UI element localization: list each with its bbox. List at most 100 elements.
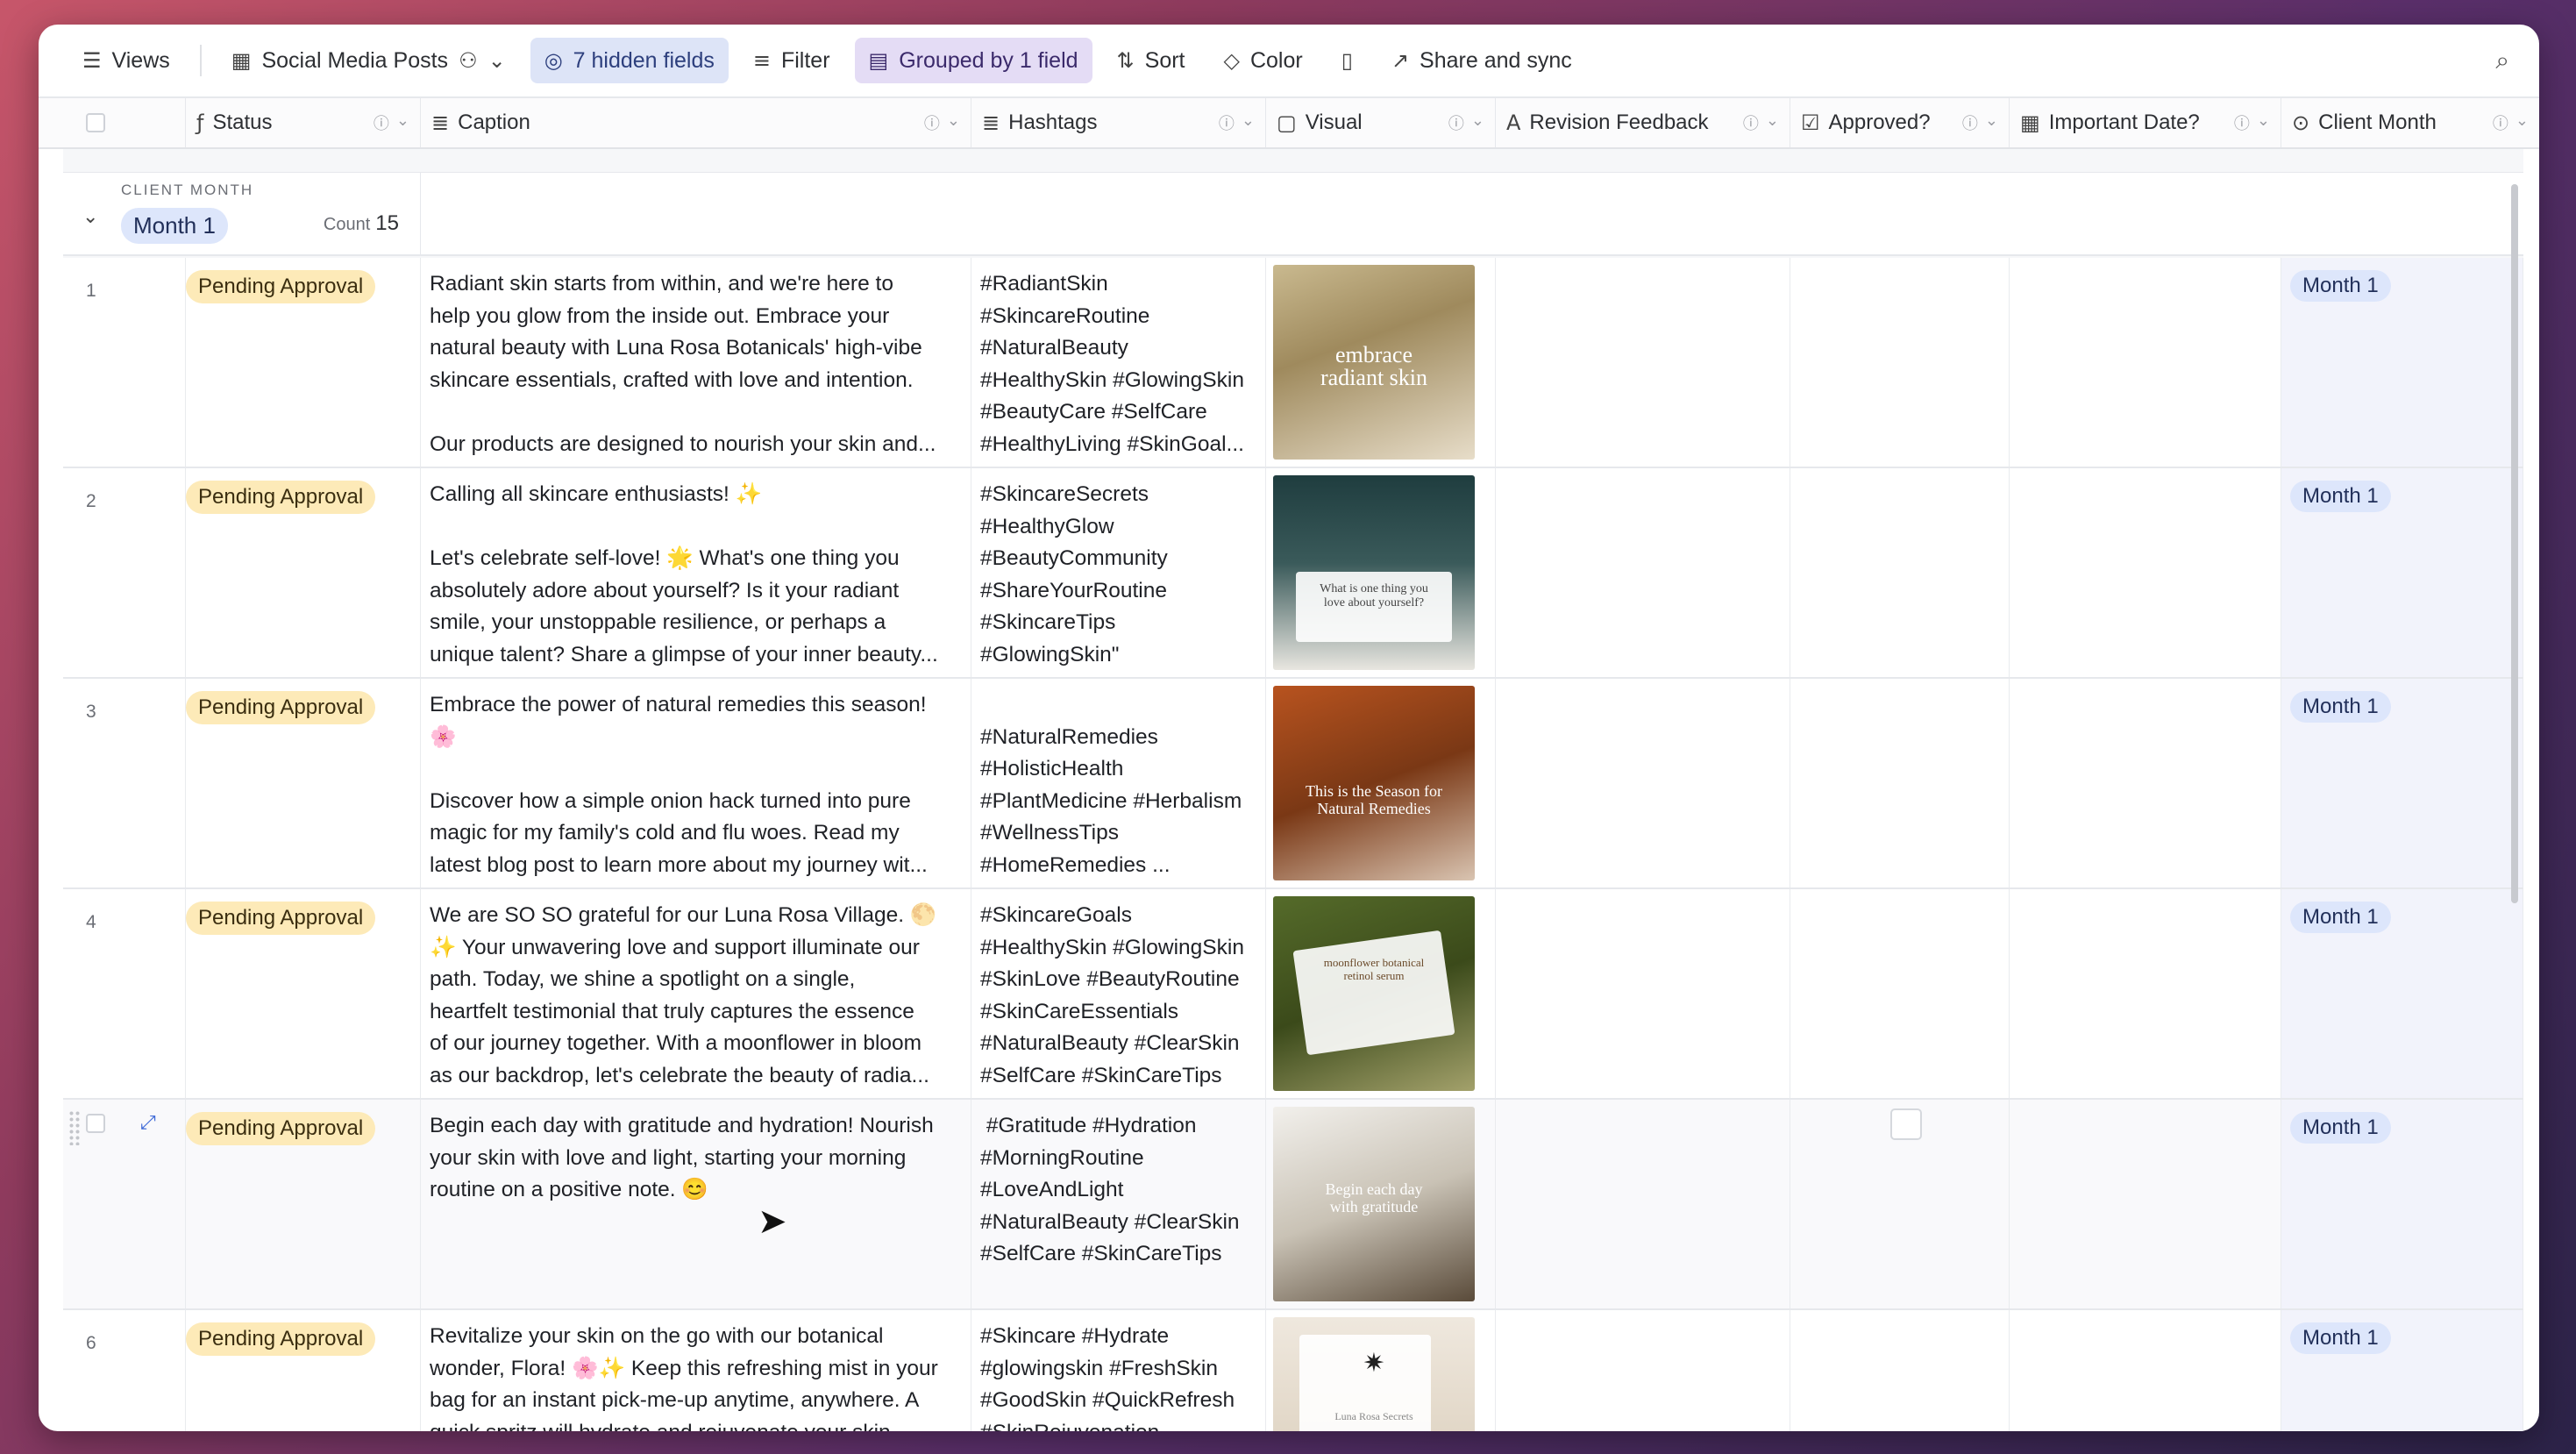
revision-feedback-cell[interactable] (1496, 468, 1790, 677)
visual-thumbnail[interactable]: ✷ Luna Rosa Secrets (1273, 1317, 1475, 1431)
revision-feedback-cell[interactable] (1496, 889, 1790, 1098)
expand-record-icon[interactable]: ⤢ (140, 1112, 156, 1134)
group-button[interactable]: ▤ Grouped by 1 field (854, 38, 1092, 83)
select-all-cell[interactable] (39, 98, 186, 147)
hashtags-cell[interactable]: #Skincare #Hydrate #glowingskin #FreshSk… (971, 1310, 1266, 1431)
chevron-down-icon: ⌄ (1470, 111, 1484, 129)
select-all-checkbox[interactable] (86, 113, 105, 132)
table-row[interactable]: 1 Pending Approval Radiant skin starts f… (63, 258, 2523, 468)
status-cell[interactable]: Pending Approval (186, 889, 421, 1098)
important-date-cell[interactable] (2010, 1100, 2281, 1308)
caption-cell[interactable]: Embrace the power of natural remedies th… (421, 679, 971, 887)
row-number: 3 (63, 679, 186, 887)
status-cell[interactable]: Pending Approval (186, 468, 421, 677)
header-hashtags-controls: ⓘ ⌄ (1219, 111, 1255, 134)
status-cell[interactable]: Pending Approval (186, 258, 421, 467)
caption-cell[interactable]: Revitalize your skin on the go with our … (421, 1310, 971, 1431)
sort-button[interactable]: ⇅ Sort (1103, 38, 1199, 83)
visual-cell[interactable]: What is one thing you love about yoursel… (1266, 468, 1496, 677)
thumbnail-text: This is the Season for Natural Remedies (1306, 782, 1442, 817)
header-hashtags[interactable]: ≣ Hashtags ⓘ ⌄ (971, 98, 1266, 147)
client-month-cell[interactable]: Month 1 (2281, 1100, 2523, 1308)
header-status[interactable]: ƒ Status ⓘ ⌄ (186, 98, 421, 147)
header-caption[interactable]: ≣ Caption ⓘ ⌄ (421, 98, 971, 147)
visual-cell[interactable]: ✷ Luna Rosa Secrets (1266, 1310, 1496, 1431)
approved-cell[interactable] (1790, 1310, 2010, 1431)
sort-icon: ⇅ (1116, 48, 1135, 73)
approved-cell[interactable] (1790, 468, 2010, 677)
table-selector[interactable]: ▦ Social Media Posts ⚇ ⌄ (217, 38, 520, 83)
table-row[interactable]: ⤢ Pending Approval Begin each day with g… (63, 1100, 2523, 1310)
month-badge: Month 1 (2290, 1322, 2391, 1354)
important-date-cell[interactable] (2010, 258, 2281, 467)
important-date-cell[interactable] (2010, 468, 2281, 677)
hashtags-cell[interactable]: #NaturalRemedies #HolisticHealth #PlantM… (971, 679, 1266, 887)
table-row[interactable]: 2 Pending Approval Calling all skincare … (63, 468, 2523, 679)
revision-feedback-cell[interactable] (1496, 1100, 1790, 1308)
drag-handle-icon[interactable] (68, 1110, 81, 1145)
revision-feedback-cell[interactable] (1496, 1310, 1790, 1431)
visual-cell[interactable]: Begin each day with gratitude (1266, 1100, 1496, 1308)
important-date-cell[interactable] (2010, 679, 2281, 887)
important-date-cell[interactable] (2010, 1310, 2281, 1431)
grid-area: ⌄ CLIENT MONTH Month 1 Count 15 1 Pending… (63, 149, 2523, 1431)
important-date-cell[interactable] (2010, 889, 2281, 1098)
client-month-cell[interactable]: Month 1 (2281, 889, 2523, 1098)
hashtags-cell[interactable]: #Gratitude #Hydration #MorningRoutine #L… (971, 1100, 1266, 1308)
header-important-date[interactable]: ▦ Important Date? ⓘ ⌄ (2010, 98, 2281, 147)
table-row[interactable]: 3 Pending Approval Embrace the power of … (63, 679, 2523, 889)
hashtags-cell[interactable]: #SkincareSecrets #HealthyGlow #BeautyCom… (971, 468, 1266, 677)
visual-thumbnail[interactable]: embrace radiant skin (1273, 265, 1475, 460)
approved-checkbox[interactable] (1890, 1108, 1922, 1140)
visual-cell[interactable]: This is the Season for Natural Remedies (1266, 679, 1496, 887)
visual-thumbnail[interactable]: moonflower botanical retinol serum (1273, 896, 1475, 1091)
hashtags-cell[interactable]: #RadiantSkin #SkincareRoutine #NaturalBe… (971, 258, 1266, 467)
approved-cell[interactable] (1790, 1100, 2010, 1308)
visual-thumbnail[interactable]: What is one thing you love about yoursel… (1273, 475, 1475, 670)
revision-feedback-cell[interactable] (1496, 679, 1790, 887)
vertical-scrollbar[interactable] (2511, 184, 2518, 903)
status-cell[interactable]: Pending Approval (186, 1100, 421, 1308)
approved-cell[interactable] (1790, 889, 2010, 1098)
visual-thumbnail[interactable]: Begin each day with gratitude (1273, 1107, 1475, 1301)
row-number: 1 (63, 258, 186, 467)
client-month-cell[interactable]: Month 1 (2281, 258, 2523, 467)
header-revision-feedback[interactable]: A Revision Feedback ⓘ ⌄ (1496, 98, 1790, 147)
caption-cell[interactable]: Calling all skincare enthusiasts! ✨ Let'… (421, 468, 971, 677)
views-button[interactable]: ☰ Views (68, 38, 184, 83)
long-text-icon: ≣ (982, 110, 1000, 135)
header-visual[interactable]: ▢ Visual ⓘ ⌄ (1266, 98, 1496, 147)
status-badge: Pending Approval (186, 270, 376, 303)
approved-cell[interactable] (1790, 679, 2010, 887)
visual-cell[interactable]: moonflower botanical retinol serum (1266, 889, 1496, 1098)
header-approved[interactable]: ☑ Approved? ⓘ ⌄ (1790, 98, 2010, 147)
client-month-cell[interactable]: Month 1 (2281, 679, 2523, 887)
status-badge: Pending Approval (186, 481, 376, 514)
client-month-cell[interactable]: Month 1 (2281, 468, 2523, 677)
color-button[interactable]: ◇ Color (1210, 38, 1317, 83)
row-height-button[interactable]: ▯ (1327, 38, 1367, 83)
search-icon[interactable]: ⌕ (2495, 48, 2509, 73)
hashtags-cell[interactable]: #SkincareGoals #HealthySkin #GlowingSkin… (971, 889, 1266, 1098)
status-cell[interactable]: Pending Approval (186, 679, 421, 887)
share-button[interactable]: ↗ Share and sync (1377, 38, 1586, 83)
approved-cell[interactable] (1790, 258, 2010, 467)
caption-cell[interactable]: We are SO SO grateful for our Luna Rosa … (421, 889, 971, 1098)
table-row[interactable]: 6 Pending Approval Revitalize your skin … (63, 1310, 2523, 1431)
visual-thumbnail[interactable]: This is the Season for Natural Remedies (1273, 686, 1475, 880)
header-client-month[interactable]: ⊙ Client Month ⓘ ⌄ (2281, 98, 2539, 147)
revision-feedback-cell[interactable] (1496, 258, 1790, 467)
caption-cell[interactable]: Begin each day with gratitude and hydrat… (421, 1100, 971, 1308)
visual-cell[interactable]: embrace radiant skin (1266, 258, 1496, 467)
client-month-cell[interactable]: Month 1 (2281, 1310, 2523, 1431)
caption-cell[interactable]: Radiant skin starts from within, and we'… (421, 258, 971, 467)
row-checkbox[interactable] (86, 1114, 105, 1133)
table-row[interactable]: 4 Pending Approval We are SO SO grateful… (63, 889, 2523, 1100)
filter-button[interactable]: ≡ Filter (739, 38, 844, 83)
single-select-icon: ⊙ (2292, 110, 2310, 135)
collapse-chevron-icon[interactable]: ⌄ (82, 206, 98, 228)
status-cell[interactable]: Pending Approval (186, 1310, 421, 1431)
group-header[interactable]: ⌄ CLIENT MONTH Month 1 Count 15 (63, 172, 2523, 256)
hidden-fields-button[interactable]: ◎ 7 hidden fields (530, 38, 729, 83)
header-caption-label: Caption (458, 110, 530, 134)
